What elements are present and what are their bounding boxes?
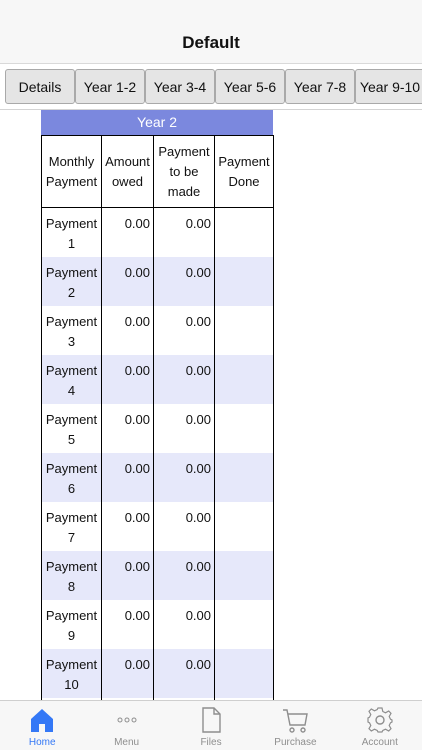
table-row: Payment 3 0.00 0.00 xyxy=(41,305,274,355)
table-row: Payment 6 0.00 0.00 xyxy=(41,452,274,502)
tab-files[interactable]: Files xyxy=(169,701,253,750)
amount-owed-cell: 0.00 xyxy=(101,452,154,502)
payment-to-be-made-cell: 0.00 xyxy=(153,305,215,355)
payment-done-cell[interactable] xyxy=(214,354,274,404)
row-label: Payment 3 xyxy=(41,305,102,355)
amount-owed-cell: 0.00 xyxy=(101,550,154,600)
tab-home[interactable]: Home xyxy=(0,701,84,750)
row-label: Payment 8 xyxy=(41,550,102,600)
table-header-row: Monthly Payment Amount owed Payment to b… xyxy=(41,135,274,208)
home-icon xyxy=(31,709,54,732)
payment-done-cell[interactable] xyxy=(214,452,274,502)
tab-year-7-8[interactable]: Year 7-8 xyxy=(285,69,355,104)
more-icon xyxy=(117,717,137,723)
amount-owed-cell: 0.00 xyxy=(101,207,154,257)
tab-year-9-10[interactable]: Year 9-10 xyxy=(355,69,422,104)
payment-table-container: Year 2 Monthly Payment Amount owed Payme… xyxy=(41,110,274,747)
row-label: Payment 2 xyxy=(41,256,102,306)
payment-done-cell[interactable] xyxy=(214,403,274,453)
gear-icon xyxy=(367,707,393,733)
amount-owed-cell: 0.00 xyxy=(101,256,154,306)
table-row: Payment 8 0.00 0.00 xyxy=(41,550,274,600)
payment-done-cell[interactable] xyxy=(214,305,274,355)
row-label: Payment 6 xyxy=(41,452,102,502)
table-row: Payment 7 0.00 0.00 xyxy=(41,501,274,551)
payment-to-be-made-cell: 0.00 xyxy=(153,550,215,600)
table-row: Payment 2 0.00 0.00 xyxy=(41,256,274,306)
table-row: Payment 9 0.00 0.00 xyxy=(41,599,274,649)
payment-done-cell[interactable] xyxy=(214,599,274,649)
payment-done-cell[interactable] xyxy=(214,648,274,698)
tab-year-1-2[interactable]: Year 1-2 xyxy=(75,69,145,104)
year-tab-strip[interactable]: Details Year 1-2 Year 3-4 Year 5-6 Year … xyxy=(0,64,422,110)
tab-details[interactable]: Details xyxy=(5,69,75,104)
table-row: Payment 4 0.00 0.00 xyxy=(41,354,274,404)
tab-label: Purchase xyxy=(274,737,317,748)
tab-menu[interactable]: Menu xyxy=(84,701,168,750)
page-title: Default xyxy=(182,33,240,52)
tab-label: Account xyxy=(361,737,398,748)
amount-owed-cell: 0.00 xyxy=(101,403,154,453)
bottom-tab-bar: Home Menu Files Purchase Account xyxy=(0,700,422,750)
amount-owed-cell: 0.00 xyxy=(101,648,154,698)
column-header-payment-to-be-made: Payment to be made xyxy=(153,135,215,208)
navigation-bar: Default xyxy=(0,0,422,64)
year-header: Year 2 xyxy=(41,110,273,135)
row-label: Payment 10 xyxy=(41,648,102,698)
payment-done-cell[interactable] xyxy=(214,207,274,257)
row-label: Payment 5 xyxy=(41,403,102,453)
table-row: Payment 5 0.00 0.00 xyxy=(41,403,274,453)
row-label: Payment 4 xyxy=(41,354,102,404)
column-header-amount-owed: Amount owed xyxy=(101,135,154,208)
table-row: Payment 1 0.00 0.00 xyxy=(41,207,274,257)
payment-to-be-made-cell: 0.00 xyxy=(153,599,215,649)
payment-to-be-made-cell: 0.00 xyxy=(153,501,215,551)
row-label: Payment 1 xyxy=(41,207,102,257)
payment-to-be-made-cell: 0.00 xyxy=(153,452,215,502)
cart-icon xyxy=(283,709,309,733)
row-label: Payment 7 xyxy=(41,501,102,551)
amount-owed-cell: 0.00 xyxy=(101,599,154,649)
tab-purchase[interactable]: Purchase xyxy=(253,701,337,750)
tab-label: Files xyxy=(200,737,222,748)
payment-to-be-made-cell: 0.00 xyxy=(153,207,215,257)
row-label: Payment 9 xyxy=(41,599,102,649)
payment-done-cell[interactable] xyxy=(214,501,274,551)
file-icon xyxy=(202,707,221,733)
payment-to-be-made-cell: 0.00 xyxy=(153,256,215,306)
payment-to-be-made-cell: 0.00 xyxy=(153,354,215,404)
payment-done-cell[interactable] xyxy=(214,550,274,600)
tab-year-5-6[interactable]: Year 5-6 xyxy=(215,69,285,104)
tab-account[interactable]: Account xyxy=(338,701,422,750)
tab-label: Menu xyxy=(114,737,140,748)
payment-table: Monthly Payment Amount owed Payment to b… xyxy=(41,135,274,747)
payment-to-be-made-cell: 0.00 xyxy=(153,403,215,453)
app-screen: Default Details Year 1-2 Year 3-4 Year 5… xyxy=(0,0,422,750)
amount-owed-cell: 0.00 xyxy=(101,305,154,355)
payment-to-be-made-cell: 0.00 xyxy=(153,648,215,698)
amount-owed-cell: 0.00 xyxy=(101,501,154,551)
tab-year-3-4[interactable]: Year 3-4 xyxy=(145,69,215,104)
tab-label: Home xyxy=(28,737,56,748)
amount-owed-cell: 0.00 xyxy=(101,354,154,404)
column-header-monthly-payment: Monthly Payment xyxy=(41,135,102,208)
table-row: Payment 10 0.00 0.00 xyxy=(41,648,274,698)
payment-done-cell[interactable] xyxy=(214,256,274,306)
column-header-payment-done: Payment Done xyxy=(214,135,274,208)
